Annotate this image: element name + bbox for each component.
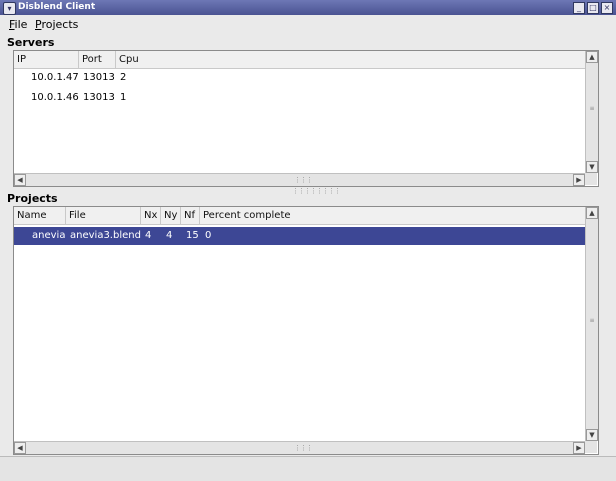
scroll-right-icon[interactable]: ▶ (573, 174, 585, 186)
projects-section-label: Projects (7, 192, 58, 205)
window-menu-icon[interactable]: ▾ (3, 2, 16, 15)
projects-vertical-scrollbar[interactable]: ▲ ≡ ▼ (585, 207, 598, 441)
col-name[interactable]: Name (14, 207, 66, 224)
table-row[interactable]: anevia anevia3.blend 4 4 15 0 (14, 227, 597, 245)
menubar: File Projects (0, 15, 616, 34)
project-ny: 4 (166, 230, 173, 241)
server-cpu: 2 (120, 72, 127, 83)
server-ip: 10.0.1.46 (31, 92, 79, 103)
col-cpu[interactable]: Cpu (116, 51, 585, 68)
servers-table-header: IP Port Cpu (14, 51, 585, 69)
menu-file[interactable]: File (9, 18, 27, 32)
project-name: anevia (32, 230, 66, 241)
scroll-right-icon[interactable]: ▶ (573, 442, 585, 454)
menu-projects[interactable]: Projects (35, 18, 78, 32)
server-cpu: 1 (120, 92, 127, 103)
scrollbar-corner (585, 173, 597, 185)
col-port[interactable]: Port (79, 51, 116, 68)
project-nf: 15 (186, 230, 199, 241)
projects-table-header: Name File Nx Ny Nf Percent complete (14, 207, 585, 225)
status-bar (0, 456, 616, 481)
scroll-down-icon[interactable]: ▼ (586, 161, 598, 173)
table-row[interactable]: 10.0.1.46 13013 1 (14, 89, 597, 107)
scroll-left-icon[interactable]: ◀ (14, 442, 26, 454)
server-ip: 10.0.1.47 (31, 72, 79, 83)
server-port: 13013 (83, 92, 115, 103)
window-title: Disblend Client (18, 2, 96, 12)
scroll-up-icon[interactable]: ▲ (586, 51, 598, 63)
col-nx[interactable]: Nx (141, 207, 161, 224)
servers-vertical-scrollbar[interactable]: ▲ ≡ ▼ (585, 51, 598, 173)
scrollbar-grip-icon[interactable]: ⋮⋮⋮ (294, 444, 313, 452)
scroll-up-icon[interactable]: ▲ (586, 207, 598, 219)
pane-splitter-handle[interactable]: ⋮⋮⋮⋮⋮⋮⋮⋮ (292, 187, 341, 195)
window-titlebar[interactable]: ▾ Disblend Client _ □ × (0, 0, 616, 15)
scrollbar-grip-icon[interactable]: ≡ (589, 106, 595, 112)
server-port: 13013 (83, 72, 115, 83)
servers-table: IP Port Cpu 10.0.1.47 13013 2 10.0.1.46 … (13, 50, 599, 187)
scrollbar-corner (585, 441, 597, 453)
col-file[interactable]: File (66, 207, 141, 224)
projects-table: Name File Nx Ny Nf Percent complete anev… (13, 206, 599, 455)
minimize-icon[interactable]: _ (573, 2, 585, 14)
scroll-left-icon[interactable]: ◀ (14, 174, 26, 186)
col-ip[interactable]: IP (14, 51, 79, 68)
project-nx: 4 (145, 230, 152, 241)
servers-horizontal-scrollbar[interactable]: ◀ ⋮⋮⋮ ▶ (14, 173, 585, 186)
maximize-icon[interactable]: □ (587, 2, 599, 14)
scrollbar-grip-icon[interactable]: ⋮⋮⋮ (294, 176, 313, 184)
col-ny[interactable]: Ny (161, 207, 181, 224)
scroll-down-icon[interactable]: ▼ (586, 429, 598, 441)
col-percent-complete[interactable]: Percent complete (200, 207, 585, 224)
col-nf[interactable]: Nf (181, 207, 200, 224)
table-row[interactable]: 10.0.1.47 13013 2 (14, 69, 597, 87)
projects-horizontal-scrollbar[interactable]: ◀ ⋮⋮⋮ ▶ (14, 441, 585, 454)
close-icon[interactable]: × (601, 2, 613, 14)
servers-section-label: Servers (7, 36, 55, 49)
project-percent: 0 (205, 230, 212, 241)
scrollbar-grip-icon[interactable]: ≡ (589, 318, 595, 324)
project-file: anevia3.blend (70, 230, 141, 241)
